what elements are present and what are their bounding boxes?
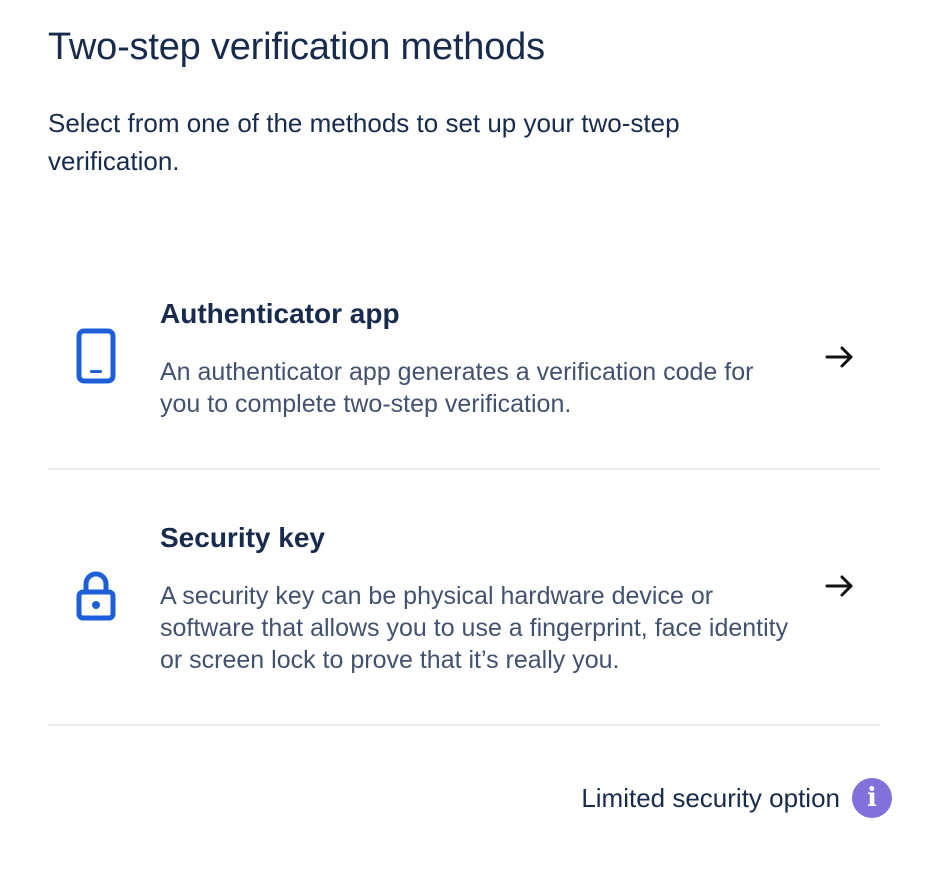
arrow-right-icon[interactable] [824,341,856,373]
lock-icon [76,571,116,621]
method-title: Authenticator app [160,298,400,329]
method-description: An authenticator app generates a verific… [160,358,754,418]
method-description: A security key can be physical hardware … [160,582,789,674]
page-subtitle: Select from one of the methods to set up… [48,108,680,176]
limited-security-option-label[interactable]: Limited security option [581,776,840,820]
page-title: Two-step verification methods [48,26,545,68]
limited-security-option-link[interactable]: Limited security option i [581,776,892,820]
method-security-key[interactable]: Security key A security key can be physi… [48,470,880,724]
method-authenticator-app[interactable]: Authenticator app An authenticator app g… [48,280,880,468]
arrow-right-icon[interactable] [824,570,856,602]
divider [48,724,880,726]
info-icon[interactable]: i [852,778,892,818]
mobile-phone-icon [76,328,116,384]
method-title: Security key [160,522,325,553]
